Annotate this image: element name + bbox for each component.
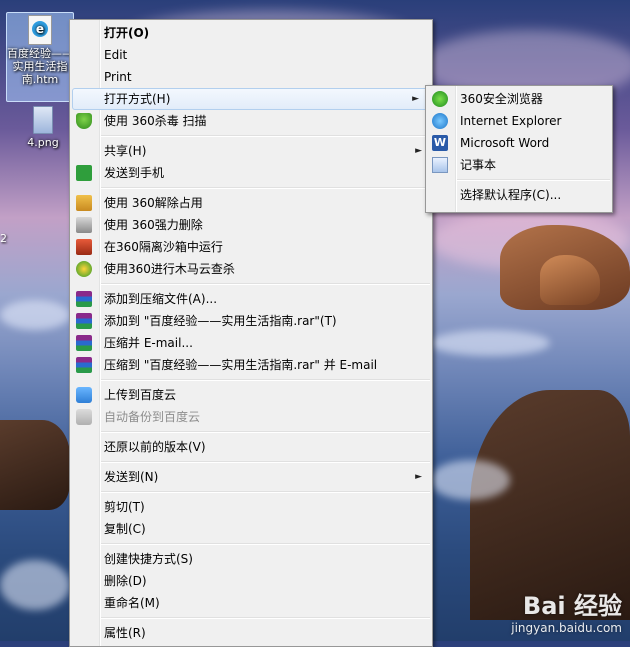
menu-item-auto-backup-baidu-cloud: 自动备份到百度云 [70,406,432,428]
menu-item-360-trojan-scan[interactable]: 使用360进行木马云查杀 [70,258,432,280]
internet-explorer-icon [432,113,448,129]
menu-item-copy[interactable]: 复制(C) [70,518,432,540]
menu-item-print[interactable]: Print [70,66,432,88]
menu-item-360-force-delete[interactable]: 使用 360强力删除 [70,214,432,236]
menu-item-restore-previous-versions[interactable]: 还原以前的版本(V) [70,436,432,458]
desktop-icon-label: 4.png [27,136,59,149]
desktop-icon-label: 百度经验——实用生活指南.htm [7,47,73,86]
menu-separator [100,617,430,619]
360-browser-icon [432,91,448,107]
menu-item-360-sandbox[interactable]: 在360隔离沙箱中运行 [70,236,432,258]
baidu-cloud-icon [76,409,92,425]
open-with-submenu: 360安全浏览器 Internet Explorer W Microsoft Wo… [425,85,613,213]
menu-item-upload-baidu-cloud[interactable]: 上传到百度云 [70,384,432,406]
watermark-url: jingyan.baidu.com [511,621,622,635]
menu-separator [100,135,430,137]
chevron-right-icon: ► [415,146,422,156]
menu-separator [100,461,430,463]
menu-item-open-with[interactable]: 打开方式(H) ► [72,88,430,110]
menu-separator [100,283,430,285]
microsoft-word-icon: W [432,135,448,151]
winrar-icon [76,291,92,307]
360-shield-icon [76,113,92,129]
winrar-icon [76,313,92,329]
winrar-icon [76,335,92,351]
menu-item-send-to-phone[interactable]: 发送到手机 [70,162,432,184]
winrar-icon [76,357,92,373]
desktop-icon-htm-file[interactable]: e 百度经验——实用生活指南.htm [6,12,74,102]
menu-item-compress-email[interactable]: 压缩并 E-mail... [70,332,432,354]
submenu-item-microsoft-word[interactable]: W Microsoft Word [426,132,612,154]
menu-item-360-unlock[interactable]: 使用 360解除占用 [70,192,432,214]
menu-separator [100,543,430,545]
menu-item-create-shortcut[interactable]: 创建快捷方式(S) [70,548,432,570]
submenu-item-notepad[interactable]: 记事本 [426,154,612,176]
baidu-jingyan-watermark: Bai 经验 jingyan.baidu.com [511,586,622,635]
menu-item-360-scan[interactable]: 使用 360杀毒 扫描 [70,110,432,132]
html-file-icon: e [28,15,52,45]
menu-separator [100,431,430,433]
360-trojan-scan-icon [76,261,92,277]
menu-separator [100,491,430,493]
submenu-item-internet-explorer[interactable]: Internet Explorer [426,110,612,132]
watermark-logo: Bai 经验 [522,592,622,620]
desktop-edge-text: 2 [0,232,7,245]
menu-item-compress-named-email[interactable]: 压缩到 "百度经验——实用生活指南.rar" 并 E-mail [70,354,432,376]
png-file-icon [33,106,53,134]
menu-item-open[interactable]: 打开(O) [70,22,432,44]
menu-item-add-to-archive[interactable]: 添加到压缩文件(A)... [70,288,432,310]
menu-item-edit[interactable]: Edit [70,44,432,66]
360-unlock-icon [76,195,92,211]
submenu-item-choose-default-program[interactable]: 选择默认程序(C)... [426,184,612,206]
menu-item-rename[interactable]: 重命名(M) [70,592,432,614]
submenu-item-360-browser[interactable]: 360安全浏览器 [426,88,612,110]
baidu-cloud-icon [76,387,92,403]
menu-separator [456,179,610,181]
desktop-icon-png-file[interactable]: 4.png [10,104,76,149]
menu-item-share[interactable]: 共享(H) ► [70,140,432,162]
menu-separator [100,187,430,189]
360-force-delete-icon [76,217,92,233]
notepad-icon [432,157,448,173]
context-menu: 打开(O) Edit Print 打开方式(H) ► 使用 360杀毒 扫描 共享… [69,19,433,647]
menu-item-cut[interactable]: 剪切(T) [70,496,432,518]
menu-item-send-to[interactable]: 发送到(N) ► [70,466,432,488]
360-sandbox-icon [76,239,92,255]
menu-item-add-to-named-rar[interactable]: 添加到 "百度经验——实用生活指南.rar"(T) [70,310,432,332]
chevron-right-icon: ► [415,472,422,482]
send-to-phone-icon [76,165,92,181]
menu-item-delete[interactable]: 删除(D) [70,570,432,592]
menu-separator [100,379,430,381]
chevron-right-icon: ► [412,94,419,104]
